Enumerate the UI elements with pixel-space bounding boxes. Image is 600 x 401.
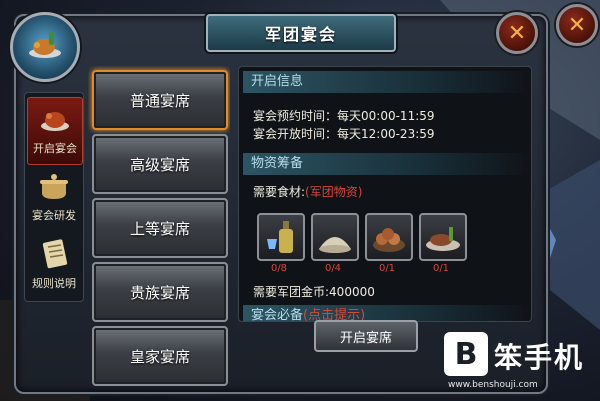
open-time-row: 宴会开放时间：每天12:00-23:59 [253, 125, 435, 142]
material-slot-flour[interactable] [311, 213, 359, 261]
close-outer-button[interactable]: ✕ [556, 4, 598, 46]
materials-source: (军团物资) [305, 185, 363, 199]
sidebar-item-label: 规则说明 [32, 277, 76, 290]
material-count-wine: 0/8 [270, 263, 288, 274]
materials-need-label: 需要食材: [253, 185, 306, 199]
sidebar-item-open-banquet[interactable]: 开启宴会 [27, 97, 83, 165]
section-header-open-info: 开启信息 [243, 71, 531, 93]
window-title: 军团宴会 [206, 14, 396, 52]
meat-platter-icon [426, 227, 460, 251]
gold-value: 400000 [329, 285, 375, 299]
site-name: 笨手机 [494, 341, 585, 374]
open-banquet-button[interactable]: 开启宴席 [314, 320, 418, 352]
tier-button-royal[interactable]: 皇家宴席 [92, 326, 228, 386]
material-slot-meat[interactable] [419, 213, 467, 261]
cooking-pot-icon [40, 174, 68, 199]
tier-button-noble[interactable]: 贵族宴席 [92, 262, 228, 322]
open-time-value: 每天12:00-23:59 [337, 127, 435, 141]
required-label: 宴会必备 [251, 308, 304, 322]
sidebar: 开启宴会 宴会研发 规则说明 [24, 92, 84, 302]
site-logo: B [444, 332, 488, 376]
banquet-detail-panel: 开启信息 宴会预约时间：每天00:00-11:59 宴会开放时间：每天12:00… [238, 66, 532, 322]
roast-chicken-icon [29, 31, 61, 58]
banquet-tier-list: 普通宴席 高级宴席 上等宴席 贵族宴席 皇家宴席 [88, 66, 230, 386]
reserve-time-value: 每天00:00-11:59 [337, 109, 435, 123]
material-count-meat: 0/1 [432, 263, 450, 274]
tier-button-superior[interactable]: 上等宴席 [92, 198, 228, 258]
material-slot-bread[interactable] [365, 213, 413, 261]
site-url: www.benshouji.com [448, 380, 538, 390]
flour-sack-icon [319, 237, 351, 253]
banquet-emblem [10, 12, 80, 82]
reserve-time-row: 宴会预约时间：每天00:00-11:59 [253, 107, 435, 124]
wine-bottle-icon [267, 221, 293, 253]
open-time-label: 宴会开放时间： [253, 127, 338, 141]
roast-turkey-icon [41, 112, 69, 131]
close-icon: ✕ [567, 12, 587, 38]
sidebar-item-rules[interactable]: 规则说明 [27, 233, 81, 299]
site-watermark: B 笨手机 www.benshouji.com [444, 332, 594, 396]
material-count-bread: 0/1 [378, 263, 396, 274]
section-header-materials: 物资筹备 [243, 153, 531, 175]
tier-button-advanced[interactable]: 高级宴席 [92, 134, 228, 194]
close-icon: ✕ [507, 20, 527, 46]
close-button[interactable]: ✕ [496, 12, 538, 54]
bread-basket-icon [373, 228, 405, 252]
materials-need-row: 需要食材:(军团物资) [253, 183, 362, 200]
scroll-icon [42, 239, 68, 269]
reserve-time-label: 宴会预约时间： [253, 109, 338, 123]
tier-button-normal[interactable]: 普通宴席 [92, 70, 228, 130]
material-count-flour: 0/4 [324, 263, 342, 274]
sidebar-item-label: 开启宴会 [33, 142, 77, 155]
sidebar-item-label: 宴会研发 [32, 209, 76, 222]
sidebar-item-banquet-research[interactable]: 宴会研发 [27, 165, 81, 231]
gold-label: 需要军团金币: [253, 285, 330, 299]
gold-requirement-row: 需要军团金币:400000 [253, 283, 375, 300]
material-slot-wine[interactable] [257, 213, 305, 261]
